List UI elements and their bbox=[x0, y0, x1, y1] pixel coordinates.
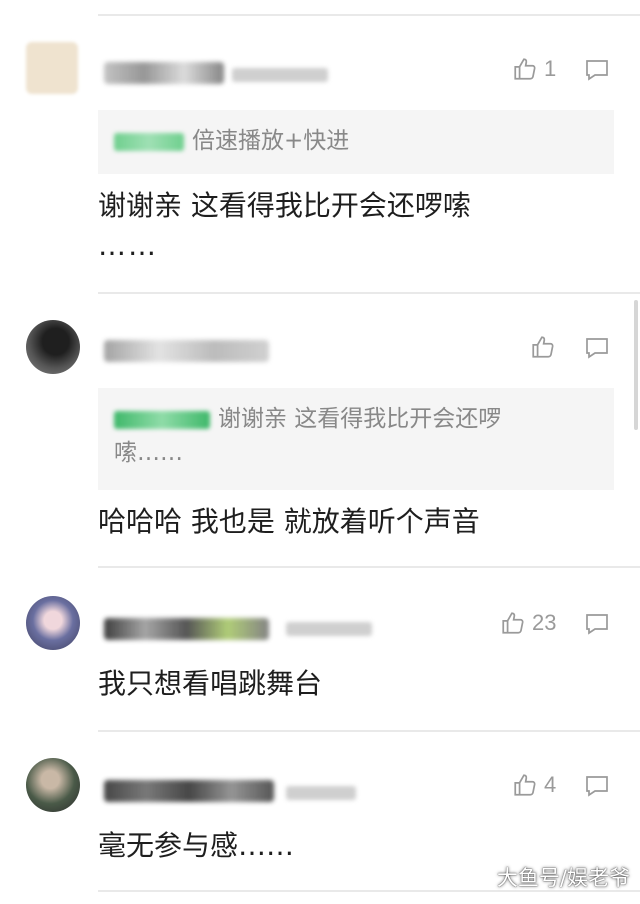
comment-bubble-icon bbox=[586, 614, 608, 635]
quoted-text: 谢谢亲 这看得我比开会还啰 bbox=[218, 406, 502, 432]
quoted-text: 倍速播放+快进 bbox=[192, 128, 350, 154]
quoted-reply[interactable]: 谢谢亲 这看得我比开会还啰 嗦…… bbox=[98, 388, 614, 490]
quoted-username-redacted bbox=[114, 132, 184, 151]
like-count: 1 bbox=[544, 56, 557, 81]
reply-button[interactable] bbox=[584, 612, 610, 636]
thumbs-up-icon bbox=[514, 774, 536, 796]
quoted-reply[interactable]: 倍速播放+快进 bbox=[98, 110, 614, 174]
quoted-username-redacted bbox=[114, 410, 210, 429]
thumbs-up-icon bbox=[532, 336, 554, 358]
timestamp-redacted bbox=[286, 622, 372, 636]
watermark-text: 大鱼号/娱老爷 bbox=[496, 866, 630, 890]
username-redacted[interactable] bbox=[104, 340, 269, 362]
comment-bubble-icon bbox=[586, 60, 608, 81]
avatar[interactable] bbox=[26, 596, 80, 650]
like-count: 23 bbox=[532, 610, 557, 635]
thumbs-up-icon bbox=[502, 612, 524, 634]
comment-text-line: 谢谢亲 这看得我比开会还啰嗦 bbox=[98, 189, 471, 222]
divider bbox=[98, 730, 640, 732]
like-button[interactable]: 1 bbox=[512, 56, 556, 82]
avatar[interactable] bbox=[26, 320, 80, 374]
comment-text: 毫无参与感…… bbox=[98, 829, 295, 862]
reply-button[interactable] bbox=[584, 774, 610, 798]
comment-bubble-icon bbox=[586, 776, 608, 797]
like-button[interactable] bbox=[530, 334, 562, 360]
reply-button[interactable] bbox=[584, 336, 610, 360]
username-redacted[interactable] bbox=[104, 618, 269, 640]
thumbs-up-icon bbox=[514, 58, 536, 80]
like-button[interactable]: 23 bbox=[500, 610, 556, 636]
comment-text: 谢谢亲 这看得我比开会还啰嗦 …… bbox=[98, 186, 620, 266]
like-button[interactable]: 4 bbox=[512, 772, 556, 798]
divider bbox=[98, 566, 640, 568]
timestamp-redacted bbox=[286, 786, 356, 800]
comment-text: 哈哈哈 我也是 就放着听个声音 bbox=[98, 505, 480, 538]
comment-text-line: …… bbox=[98, 229, 158, 262]
quoted-text-continued: 嗦…… bbox=[114, 440, 183, 466]
like-count: 4 bbox=[544, 772, 557, 797]
comment-text: 我只想看唱跳舞台 bbox=[98, 667, 323, 700]
reply-button[interactable] bbox=[584, 58, 610, 82]
comment-bubble-icon bbox=[586, 338, 608, 359]
timestamp-redacted bbox=[232, 68, 328, 82]
avatar[interactable] bbox=[26, 42, 78, 94]
username-redacted[interactable] bbox=[104, 62, 224, 84]
scrollbar[interactable] bbox=[634, 300, 638, 430]
avatar[interactable] bbox=[26, 758, 80, 812]
username-redacted[interactable] bbox=[104, 780, 274, 802]
divider bbox=[98, 292, 640, 294]
divider bbox=[98, 14, 640, 16]
